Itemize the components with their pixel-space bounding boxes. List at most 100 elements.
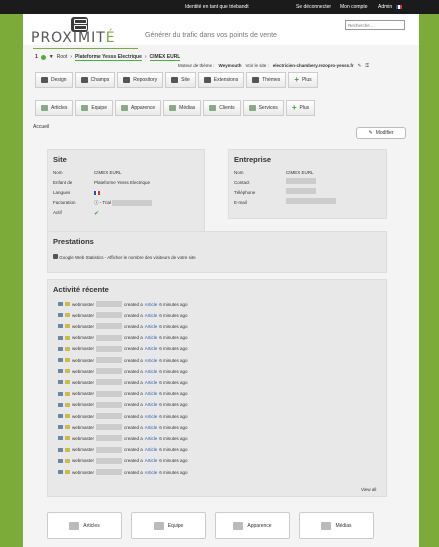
activity-link[interactable]: Article [145, 324, 158, 329]
activity-verb: created a [124, 435, 143, 441]
breadcrumb-current[interactable]: CIMEX EURL [149, 54, 181, 61]
activity-user[interactable]: webmaster [72, 436, 94, 441]
activity-user[interactable]: webmaster [72, 458, 94, 463]
lock-icon[interactable]: ⚿ [365, 63, 368, 69]
activity-link[interactable]: Article [145, 346, 158, 351]
equipe-button[interactable]: Equipe [75, 100, 113, 116]
view-all-link[interactable]: View all [361, 487, 376, 492]
down-arrow-icon[interactable]: ▼ [49, 54, 54, 60]
activity-verb: created a [124, 469, 143, 475]
services-button[interactable]: Services [242, 100, 284, 116]
pencil-icon: ✎ [368, 130, 373, 136]
activity-link[interactable]: Article [145, 447, 158, 452]
apparence-button[interactable]: Apparence [114, 100, 162, 116]
activity-user[interactable]: webmaster [72, 313, 94, 318]
activity-link[interactable]: Article [145, 335, 158, 340]
parent-link[interactable]: Plateforme Yesss Electrique [94, 180, 150, 185]
activity-link[interactable]: Article [145, 302, 158, 307]
activity-link[interactable]: Article [145, 358, 158, 363]
activity-user[interactable]: webmaster [72, 369, 94, 374]
design-button[interactable]: Design [35, 72, 73, 88]
breadcrumb-parent[interactable]: Plateforme Yesss Electrique [74, 54, 142, 61]
activity-verb: created a [124, 424, 143, 430]
medias-button[interactable]: Médias [163, 100, 202, 116]
themes-button[interactable]: Thèmes [246, 72, 287, 88]
activity-user[interactable]: webmaster [72, 380, 94, 385]
activity-verb: created a [124, 379, 143, 385]
activity-link[interactable]: Article [145, 436, 158, 441]
activity-user[interactable]: webmaster [72, 447, 94, 452]
activity-verb: created a [124, 301, 143, 307]
activity-user[interactable]: webmaster [72, 324, 94, 329]
activity-link[interactable]: Article [145, 380, 158, 385]
user-icon [65, 346, 70, 351]
user-icon [65, 458, 70, 463]
activity-verb: created a [124, 312, 143, 318]
activity-user[interactable]: webmaster [72, 391, 94, 396]
activity-link[interactable]: Article [145, 391, 158, 396]
account-link[interactable]: Mon compte [340, 4, 368, 10]
logout-link[interactable]: Se déconnecter [296, 4, 331, 10]
activity-time: 6 minutes ago [159, 391, 188, 397]
tile-articles[interactable]: Articles [47, 512, 122, 539]
activity-time: 6 minutes ago [159, 368, 188, 374]
extensions-button[interactable]: Extensions [197, 72, 245, 88]
team-icon [153, 521, 164, 530]
activity-row: webmaster created a Article 6 minutes ago [58, 334, 188, 341]
repository-button[interactable]: Repository [117, 72, 164, 88]
activity-user[interactable]: webmaster [72, 335, 94, 340]
themes-icon [252, 77, 260, 83]
activity-user[interactable]: webmaster [72, 470, 94, 475]
breadcrumb-root[interactable]: Root [57, 54, 68, 60]
activity-link[interactable]: Article [145, 458, 158, 463]
activity-link[interactable]: Article [145, 470, 158, 475]
page-icon [58, 447, 63, 452]
activity-link[interactable]: Article [145, 402, 158, 407]
service-item[interactable]: Google Web Statistics - Afficher le nomb… [53, 254, 196, 260]
activity-user[interactable]: webmaster [72, 402, 94, 407]
identity-text: Identité en tant que triebandt [185, 4, 249, 10]
activity-link[interactable]: Article [145, 313, 158, 318]
activity-link[interactable]: Article [145, 425, 158, 430]
tile-apparence[interactable]: Apparence [215, 512, 290, 539]
page-icon [58, 458, 63, 463]
header-divider [33, 48, 138, 49]
tile-equipe[interactable]: Equipe [131, 512, 206, 539]
user-icon [65, 380, 70, 385]
activity-link[interactable]: Article [145, 369, 158, 374]
activity-row: webmaster created a Article 6 minutes ago [58, 323, 188, 330]
site-icon [171, 77, 179, 83]
activity-user[interactable]: webmaster [72, 425, 94, 430]
level-count: 1 [35, 54, 38, 60]
activity-user[interactable]: webmaster [72, 346, 94, 351]
brand-logo[interactable]: PROXIMITÉ [31, 30, 116, 46]
clients-button[interactable]: Clients [203, 100, 241, 116]
activity-time: 6 minutes ago [159, 379, 188, 385]
flag-icon[interactable] [396, 4, 402, 10]
activity-user[interactable]: webmaster [72, 414, 94, 419]
page-icon [58, 302, 63, 306]
champs-button[interactable]: Champs [74, 72, 116, 88]
activity-link[interactable]: Article [145, 414, 158, 419]
tagline: Générer du trafic dans vos points de ven… [145, 32, 277, 39]
plus2-button[interactable]: + Plus [285, 100, 316, 116]
activity-time: 6 minutes ago [159, 335, 188, 341]
activity-user[interactable]: webmaster [72, 302, 94, 307]
site-url-link[interactable]: electricien-chambery.rezopro-yesss.fr [273, 63, 354, 69]
site-button[interactable]: Site [165, 72, 196, 88]
page-icon [58, 380, 63, 385]
prestations-panel: Prestations Google Web Statistics - Affi… [47, 231, 387, 273]
page-icon [58, 402, 63, 407]
activity-time: 6 minutes ago [159, 447, 188, 453]
search-input[interactable] [345, 20, 405, 30]
prestations-title: Prestations [53, 237, 94, 246]
modify-button[interactable]: ✎ Modifier [356, 127, 406, 139]
plus-button[interactable]: + Plus [288, 72, 318, 88]
tile-medias[interactable]: Médias [299, 512, 374, 539]
articles-button[interactable]: Articles [35, 100, 74, 116]
edit-icon[interactable]: ✎ [358, 63, 362, 69]
admin-link[interactable]: Admin [378, 4, 392, 10]
page-icon [58, 470, 63, 474]
activity-time: 6 minutes ago [159, 424, 188, 430]
activity-user[interactable]: webmaster [72, 358, 94, 363]
